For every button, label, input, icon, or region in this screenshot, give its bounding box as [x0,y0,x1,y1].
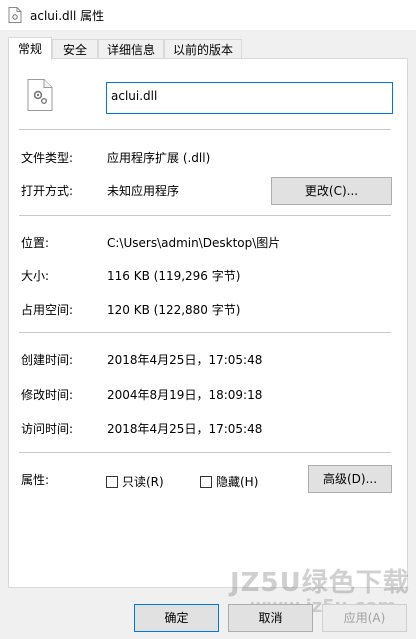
readonly-checkbox-label: 只读(R) [122,475,164,489]
tab-previous-versions[interactable]: 以前的版本 [164,39,242,59]
tab-details[interactable]: 详细信息 [98,39,164,59]
hidden-checkbox-box[interactable] [200,475,212,488]
cancel-button[interactable]: 取消 [228,604,313,632]
title-bar: aclui.dll 属性 [0,0,416,30]
hidden-checkbox[interactable]: 隐藏(H) [200,473,258,490]
attributes-label: 属性: [21,473,50,487]
divider [19,129,391,130]
opens-with-label: 打开方式: [21,184,74,198]
general-panel: aclui.dll 文件类型: 应用程序扩展 (.dll) 打开方式: 未知应用… [8,58,408,588]
tab-general[interactable]: 常规 [8,37,52,60]
ok-button[interactable]: 确定 [134,604,219,632]
location-label: 位置: [21,236,50,250]
accessed-value: 2018年4月25日，17:05:48 [107,422,263,436]
created-value: 2018年4月25日，17:05:48 [107,353,263,367]
size-value: 116 KB (119,296 字节) [107,269,241,283]
apply-button[interactable]: 应用(A) [322,604,407,632]
advanced-button[interactable]: 高级(D)... [308,465,392,493]
tab-security[interactable]: 安全 [52,39,98,59]
size-label: 大小: [21,269,50,283]
dll-file-icon [27,79,53,111]
disk-size-value: 120 KB (122,880 字节) [107,303,241,317]
file-name-field[interactable]: aclui.dll [106,82,393,114]
divider [19,215,391,216]
modified-value: 2004年8月19日，18:09:18 [107,388,263,402]
divider [19,452,391,453]
opens-with-value: 未知应用程序 [107,184,180,198]
location-value: C:\Users\admin\Desktop\图片 [107,236,281,250]
divider [19,332,391,333]
window-title: aclui.dll 属性 [30,9,105,23]
readonly-checkbox[interactable]: 只读(R) [106,473,164,490]
created-label: 创建时间: [21,353,74,367]
hidden-checkbox-label: 隐藏(H) [216,475,259,489]
file-type-value: 应用程序扩展 (.dll) [107,151,211,165]
watermark-logo: JZ5U绿色下载 [230,568,410,598]
file-type-label: 文件类型: [21,151,74,165]
file-icon [8,7,22,23]
change-button[interactable]: 更改(C)... [271,177,392,205]
readonly-checkbox-box[interactable] [106,475,118,488]
accessed-label: 访问时间: [21,422,74,436]
modified-label: 修改时间: [21,388,74,402]
disk-size-label: 占用空间: [21,303,74,317]
